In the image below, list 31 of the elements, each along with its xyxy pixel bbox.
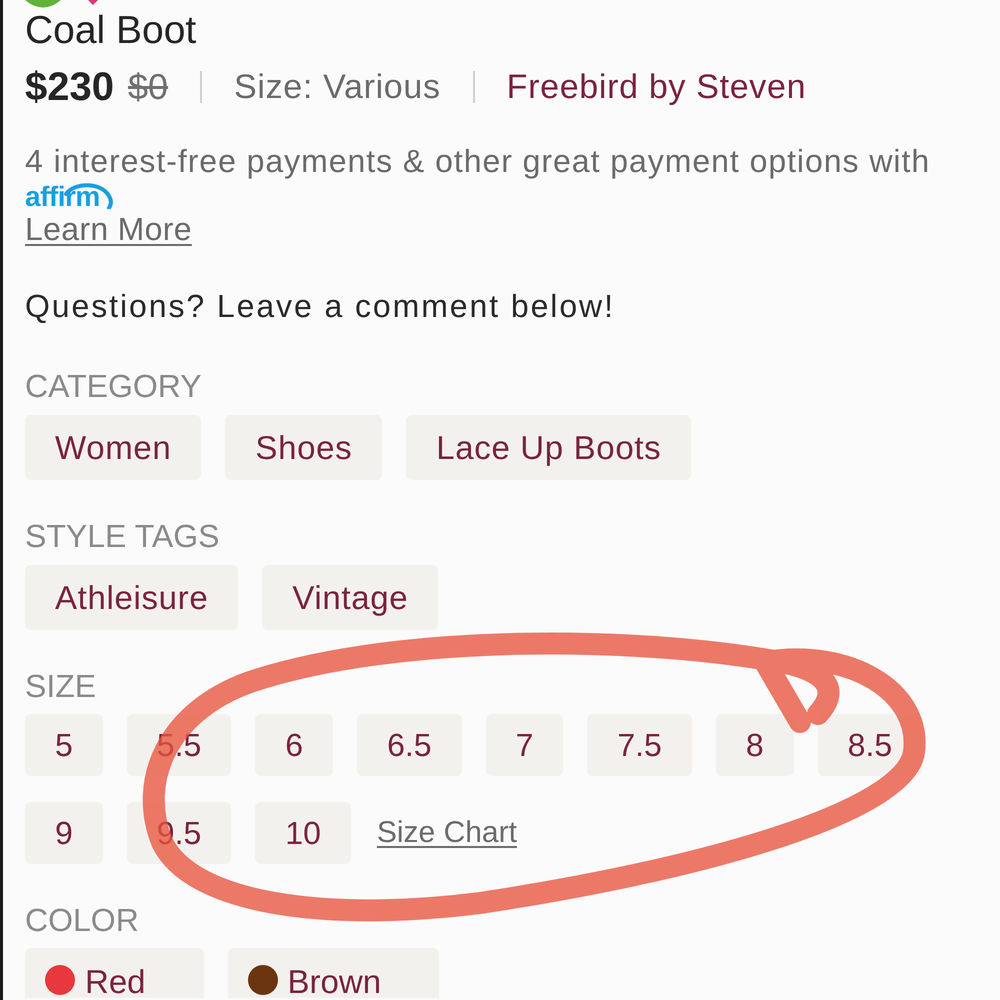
leaf-icon	[25, 0, 61, 9]
learn-more-link[interactable]: Learn More	[25, 213, 192, 245]
size-option[interactable]: 7	[486, 714, 564, 776]
color-option[interactable]: Brown	[228, 948, 440, 998]
size-label: Size: Various	[234, 70, 441, 104]
tag-chip[interactable]: Lace Up Boots	[406, 415, 692, 480]
color-option[interactable]: Red	[25, 948, 204, 998]
tag-chip[interactable]: Athleisure	[25, 565, 238, 630]
payment-info-text: 4 interest-free payments & other great payment options with	[25, 145, 930, 177]
section-heading: COLOR	[25, 904, 139, 936]
original-price: $0	[128, 69, 168, 105]
section-heading: SIZE	[25, 670, 96, 702]
tag-chip[interactable]: Shoes	[225, 415, 382, 480]
size-option[interactable]: 5	[25, 714, 103, 776]
section-heading: STYLE TAGS	[25, 520, 220, 552]
heart-icon	[88, 0, 98, 5]
size-option[interactable]: 6.5	[357, 714, 462, 776]
lender-logo: affirm	[25, 181, 114, 211]
size-option[interactable]: 7.5	[587, 714, 692, 776]
questions-note: Questions? Leave a comment below!	[25, 290, 615, 322]
tag-chip[interactable]: Women	[25, 415, 202, 480]
size-option[interactable]: 6	[255, 714, 334, 776]
size-option[interactable]: 8	[716, 714, 794, 776]
price: $230	[25, 67, 114, 107]
size-option[interactable]: 9	[25, 802, 103, 864]
size-chart-link[interactable]: Size Chart	[376, 818, 517, 848]
size-option[interactable]: 10	[255, 802, 351, 864]
section-heading: CATEGORY	[25, 370, 202, 402]
tag-chip[interactable]: Vintage	[262, 565, 438, 630]
product-title: Coal Boot	[25, 11, 196, 50]
brand-link[interactable]: Freebird by Steven	[506, 70, 806, 104]
